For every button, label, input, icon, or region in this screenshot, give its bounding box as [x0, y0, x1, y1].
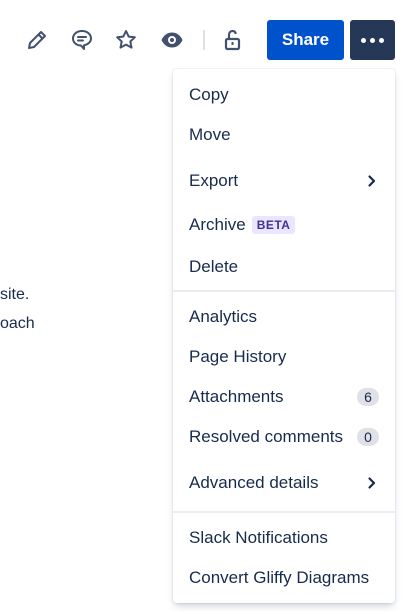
menu-item-label: Resolved comments: [189, 427, 344, 446]
menu-separator: [173, 290, 395, 292]
menu-item-label: Advanced details: [189, 473, 319, 492]
menu-item-copy[interactable]: Copy: [173, 75, 395, 115]
more-dot: [370, 37, 375, 43]
menu-item-resolved-comments[interactable]: Resolved comments 0: [173, 417, 395, 457]
resolved-comments-count-badge: 0: [357, 428, 379, 446]
menu-item-move[interactable]: Move: [173, 115, 395, 155]
menu-item-label: Archive: [189, 215, 246, 234]
menu-item-label: Export: [189, 171, 239, 190]
edit-icon[interactable]: [21, 24, 53, 56]
menu-item-advanced-details[interactable]: Advanced details: [173, 463, 395, 503]
menu-item-export[interactable]: Export: [173, 161, 395, 201]
body-text-line: site.: [0, 286, 30, 303]
menu-item-convert-gliffy[interactable]: Convert Gliffy Diagrams: [173, 558, 395, 598]
chevron-right-icon: [365, 174, 379, 188]
menu-item-delete[interactable]: Delete: [173, 247, 395, 287]
menu-item-label: Analytics: [189, 307, 258, 326]
unlock-icon[interactable]: [216, 24, 248, 56]
watch-icon[interactable]: [156, 24, 188, 56]
page-toolbar: Share: [0, 0, 414, 80]
share-button-label: Share: [281, 30, 330, 49]
menu-item-archive[interactable]: Archive BETA: [173, 205, 395, 245]
menu-item-label: Convert Gliffy Diagrams: [189, 568, 370, 587]
page: Share site. oach Copy Move Export Archiv…: [0, 0, 414, 614]
body-text-line: oach: [0, 315, 35, 332]
comment-icon[interactable]: [66, 24, 98, 56]
attachments-count-badge: 6: [357, 388, 379, 406]
more-horizontal-icon: [361, 37, 366, 43]
toolbar-divider: [203, 30, 205, 50]
menu-separator: [173, 511, 395, 513]
share-button[interactable]: Share: [267, 20, 344, 60]
menu-item-label: Delete: [189, 257, 239, 276]
more-actions-button[interactable]: [350, 20, 395, 60]
chevron-right-icon: [365, 476, 379, 490]
menu-item-label: Slack Notifications: [189, 528, 328, 547]
menu-item-label: Page History: [189, 347, 287, 366]
menu-item-slack-notifications[interactable]: Slack Notifications: [173, 518, 395, 558]
more-actions-menu: Copy Move Export Archive BETA Delete Ana…: [173, 69, 395, 603]
menu-item-attachments[interactable]: Attachments 6: [173, 377, 395, 417]
menu-item-page-history[interactable]: Page History: [173, 337, 395, 377]
menu-item-label: Copy: [189, 85, 229, 104]
menu-item-label: Move: [189, 125, 231, 144]
menu-item-analytics[interactable]: Analytics: [173, 297, 395, 337]
beta-badge: BETA: [251, 216, 296, 234]
menu-item-label: Attachments: [189, 387, 284, 406]
star-icon[interactable]: [110, 24, 142, 56]
more-dot: [379, 37, 384, 43]
